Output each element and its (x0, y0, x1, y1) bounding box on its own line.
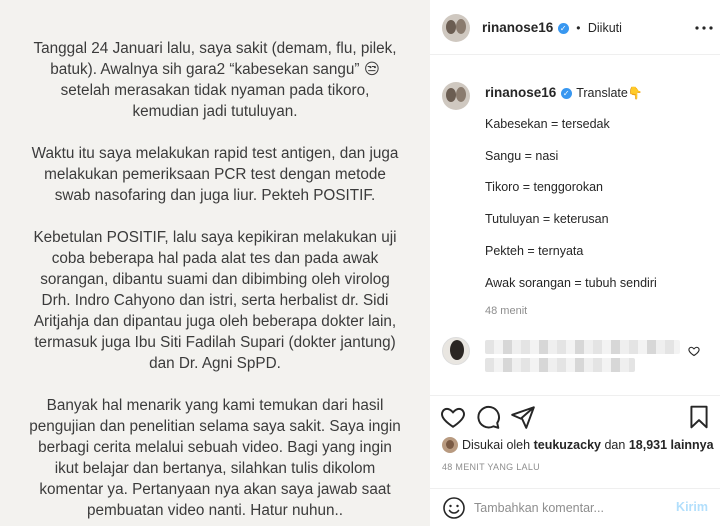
commenter-avatar[interactable] (442, 337, 470, 365)
post-paragraph: Kebetulan POSITIF, lalu saya kepikiran m… (33, 229, 397, 372)
liker-avatar[interactable] (442, 437, 458, 453)
post-image-text: Tanggal 24 Januari lalu, saya sakit (dem… (14, 38, 416, 526)
post-image[interactable]: Tanggal 24 Januari lalu, saya sakit (dem… (0, 0, 430, 526)
post-sidebar: rinanose16 ✓ • Diikuti rinanose16 ✓ Tran… (430, 0, 720, 526)
comment-icon[interactable] (475, 404, 501, 430)
likes-connector: dan (604, 438, 626, 452)
post-paragraph: Tanggal 24 Januari lalu, saya sakit (dem… (33, 40, 397, 120)
caption-username[interactable]: rinanose16 (485, 85, 556, 100)
caption-line: Kabesekan = tersedak (485, 117, 610, 131)
action-bar (430, 395, 720, 435)
bookmark-icon[interactable] (686, 404, 712, 430)
header-username[interactable]: rinanose16 (482, 20, 553, 35)
post-timestamp: 48 MENIT YANG LALU (442, 462, 540, 472)
separator: • (576, 21, 581, 35)
caption-avatar[interactable] (442, 82, 470, 110)
comment-form: Kirim (430, 488, 720, 526)
heart-icon[interactable] (688, 345, 700, 357)
share-icon[interactable] (510, 404, 536, 430)
comment-item (430, 325, 720, 373)
avatar[interactable] (442, 14, 470, 42)
verified-badge-icon: ✓ (557, 23, 569, 34)
post-paragraph: Banyak hal menarik yang kami temukan dar… (29, 397, 401, 519)
caption-time: 48 menit (485, 305, 528, 317)
comment-input[interactable] (474, 497, 664, 519)
post-paragraph: Waktu itu saya melakukan rapid test anti… (31, 145, 399, 204)
post-comment-button[interactable]: Kirim (676, 500, 708, 514)
caption-line: Tutuluyan = keterusan (485, 212, 609, 226)
post-header: rinanose16 ✓ • Diikuti (430, 0, 720, 55)
likes-summary: Disukai oleh teukuzacky dan 18,931 lainn… (442, 437, 714, 453)
likes-prefix: Disukai oleh (462, 438, 531, 452)
follow-status-button[interactable]: Diikuti (588, 21, 622, 35)
blurred-comment-text (485, 358, 635, 372)
heart-icon[interactable] (440, 404, 466, 430)
blurred-comment-text (485, 340, 680, 354)
more-horizontal-icon[interactable] (694, 25, 714, 31)
caption-line: Pekteh = ternyata (485, 244, 584, 258)
verified-badge-icon: ✓ (560, 88, 572, 99)
liker-username[interactable]: teukuzacky (534, 438, 601, 452)
likes-count[interactable]: 18,931 lainnya (629, 438, 714, 452)
smiley-icon[interactable] (442, 496, 466, 520)
pointing-down-emoji: 👇 (627, 86, 643, 100)
caption-line: Awak sorangan = tubuh sendiri (485, 276, 657, 290)
caption-line: Sangu = nasi (485, 149, 559, 163)
translate-link[interactable]: Translate (576, 86, 628, 100)
caption-line: Tikoro = tenggorokan (485, 180, 604, 194)
